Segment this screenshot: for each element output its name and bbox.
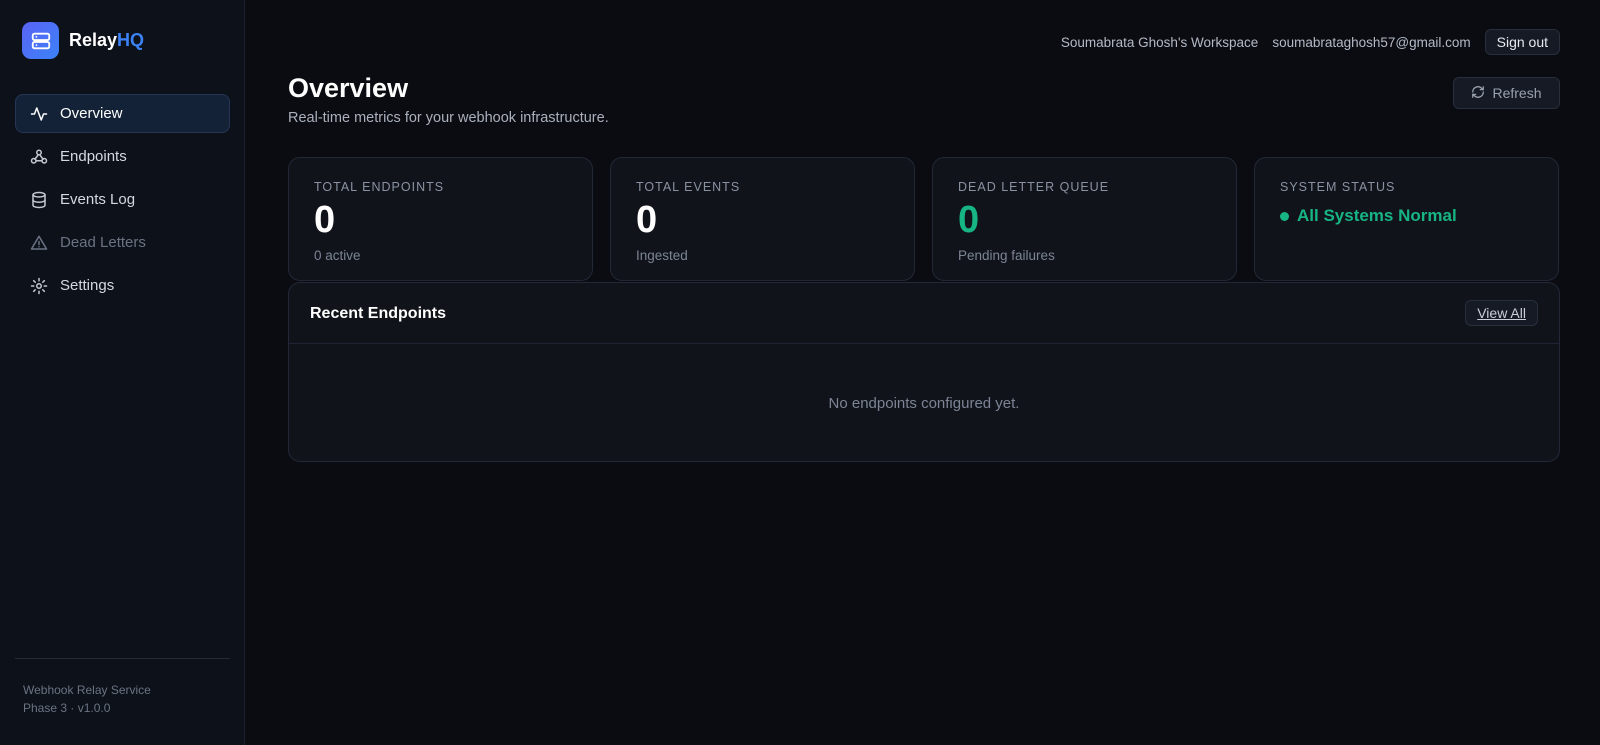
stat-subtext: Ingested xyxy=(636,248,688,263)
alert-triangle-icon xyxy=(30,234,48,252)
stat-card-system-status: SYSTEM STATUS All Systems Normal xyxy=(1254,157,1559,281)
sidebar-item-label: Endpoints xyxy=(60,148,127,165)
sidebar-nav: Overview Endpoints Events Log Dead Lette… xyxy=(15,94,230,309)
status-text: All Systems Normal xyxy=(1297,206,1457,225)
server-icon xyxy=(22,22,59,59)
sidebar-item-overview[interactable]: Overview xyxy=(15,94,230,133)
stat-card-total-endpoints: TOTAL ENDPOINTS 0 0 active xyxy=(288,157,593,281)
stat-card-total-events: TOTAL EVENTS 0 Ingested xyxy=(610,157,915,281)
empty-state-text: No endpoints configured yet. xyxy=(828,395,1020,412)
gear-icon xyxy=(30,277,48,295)
page-subtitle: Real-time metrics for your webhook infra… xyxy=(288,110,609,126)
sidebar-item-events-log[interactable]: Events Log xyxy=(15,180,230,219)
stat-subtext: Pending failures xyxy=(958,248,1055,263)
webhook-icon xyxy=(30,148,48,166)
workspace-name: Soumabrata Ghosh's Workspace xyxy=(1060,34,1259,50)
brand-name: RelayHQ xyxy=(69,30,144,51)
sidebar-item-label: Events Log xyxy=(60,191,136,208)
stat-label: SYSTEM STATUS xyxy=(1280,180,1396,194)
sidebar: RelayHQ Overview Endpoints Events Log De… xyxy=(0,0,245,745)
version-label: Phase 3 · v1.0.0 xyxy=(23,701,111,715)
stat-label: DEAD LETTER QUEUE xyxy=(958,180,1110,194)
brand-name-main: Relay xyxy=(69,30,118,50)
sign-out-button[interactable]: Sign out xyxy=(1484,29,1560,55)
brand[interactable]: RelayHQ xyxy=(22,22,144,59)
service-name: Webhook Relay Service xyxy=(23,683,151,697)
refresh-button[interactable]: Refresh xyxy=(1453,77,1560,109)
sidebar-item-label: Settings xyxy=(60,277,115,294)
sidebar-item-settings[interactable]: Settings xyxy=(15,266,230,305)
stat-label: TOTAL EVENTS xyxy=(636,180,741,194)
stat-subtext: 0 active xyxy=(314,248,361,263)
sidebar-divider xyxy=(15,658,230,659)
refresh-icon xyxy=(1471,85,1485,102)
database-icon xyxy=(30,191,48,209)
brand-name-accent: HQ xyxy=(117,30,145,50)
sidebar-item-endpoints[interactable]: Endpoints xyxy=(15,137,230,176)
topbar: Soumabrata Ghosh's Workspace soumabratag… xyxy=(1061,29,1560,55)
view-all-button[interactable]: View All xyxy=(1465,300,1538,326)
sidebar-item-dead-letters[interactable]: Dead Letters xyxy=(15,223,230,262)
recent-endpoints-panel: Recent Endpoints View All No endpoints c… xyxy=(288,282,1560,462)
stat-card-dead-letter-queue: DEAD LETTER QUEUE 0 Pending failures xyxy=(932,157,1237,281)
panel-title: Recent Endpoints xyxy=(310,305,447,322)
sidebar-item-label: Dead Letters xyxy=(60,234,146,251)
sidebar-item-label: Overview xyxy=(60,105,123,122)
activity-icon xyxy=(30,105,48,123)
stat-value: 0 xyxy=(314,199,336,241)
page-title: Overview xyxy=(288,73,409,103)
status-indicator: All Systems Normal xyxy=(1280,206,1533,226)
stat-label: TOTAL ENDPOINTS xyxy=(314,180,445,194)
user-email: soumabrataghosh57@gmail.com xyxy=(1272,34,1471,50)
refresh-label: Refresh xyxy=(1492,85,1542,101)
stat-value: 0 xyxy=(636,199,658,241)
status-dot-icon xyxy=(1280,211,1289,221)
stat-value: 0 xyxy=(958,199,980,241)
panel-divider xyxy=(289,343,1559,344)
